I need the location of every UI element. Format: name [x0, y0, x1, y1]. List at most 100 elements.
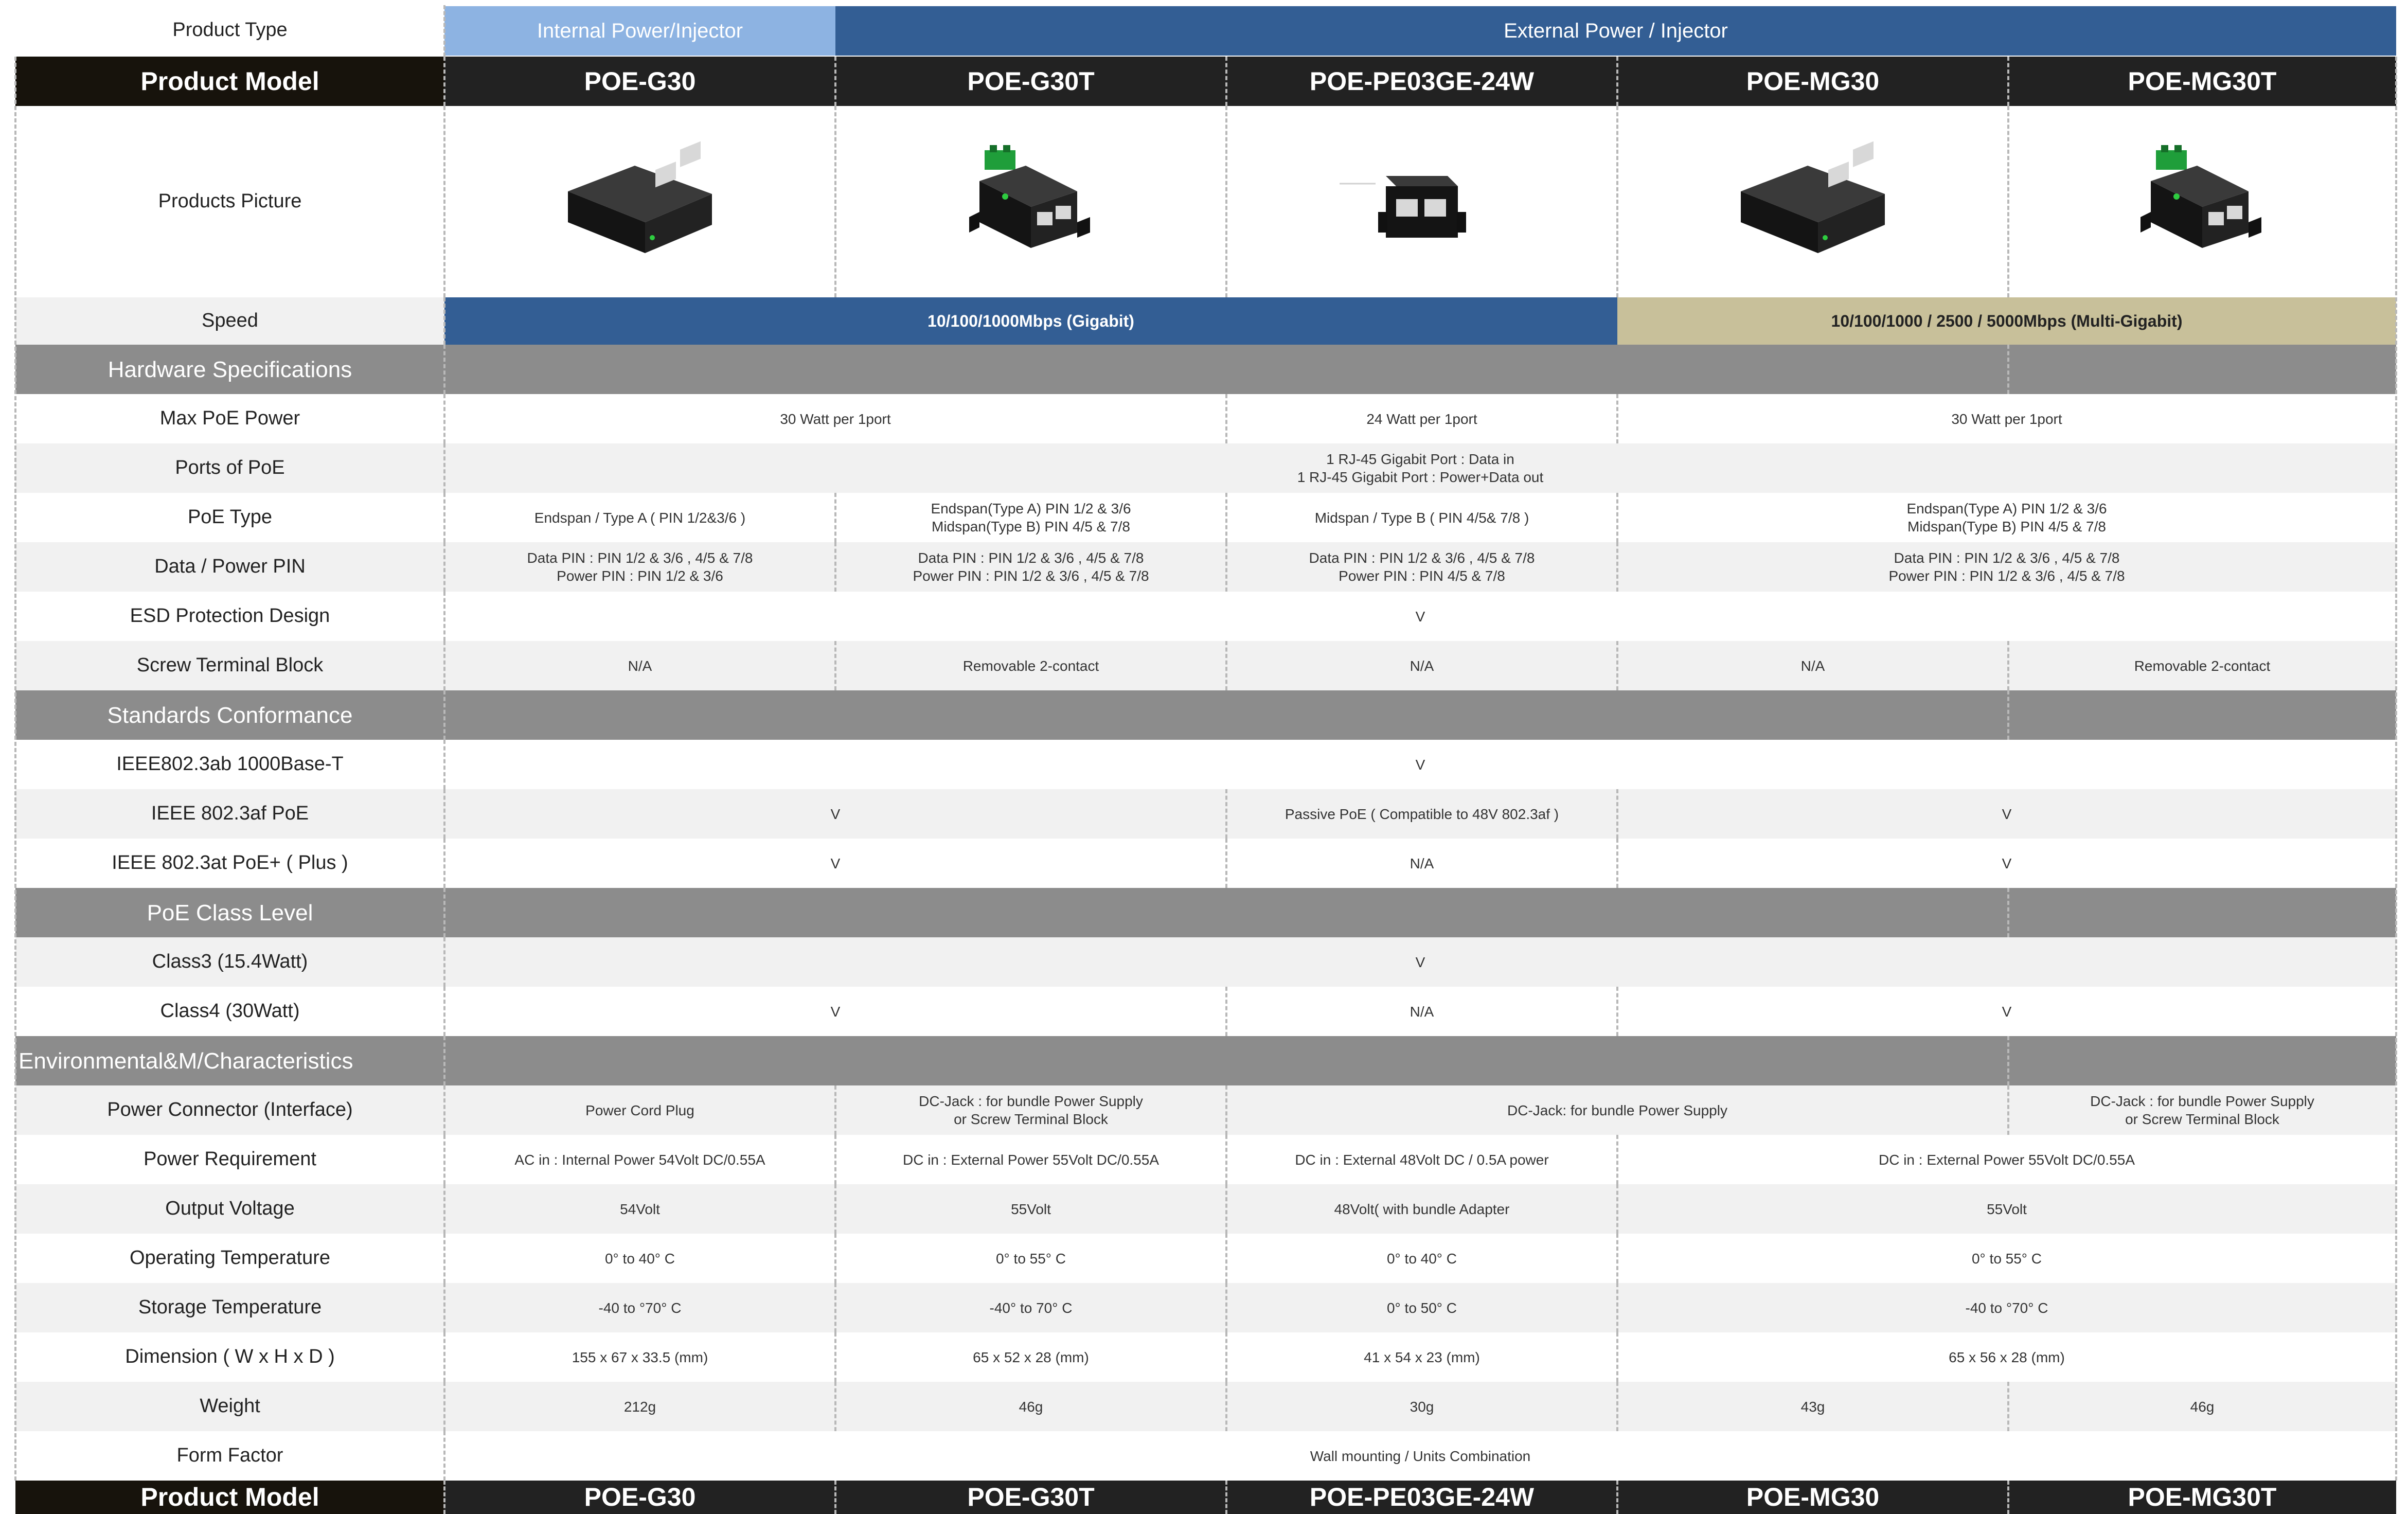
- column-divider: [1616, 1481, 1618, 1514]
- column-divider: [1225, 1481, 1227, 1514]
- row-value: -40 to °70° C: [1965, 1299, 2048, 1316]
- row-value: 41 x 54 x 23 (mm): [1364, 1349, 1480, 1365]
- row-value: V: [2002, 806, 2012, 822]
- row-value: 43g: [1800, 1398, 1825, 1415]
- column-divider: [443, 394, 445, 443]
- row-value: Data PIN : PIN 1/2 & 3/6 , 4/5 & 7/8 Pow…: [1309, 550, 1535, 584]
- section-bar-fill: [444, 690, 2396, 740]
- row-value: 0° to 55° C: [995, 1250, 1066, 1267]
- row-label: Weight: [200, 1395, 260, 1417]
- row-value: Data PIN : PIN 1/2 & 3/6 , 4/5 & 7/8 Pow…: [1888, 550, 2125, 584]
- column-divider: [834, 1382, 836, 1431]
- column-divider: [443, 297, 445, 345]
- model-name: POE-G30T: [967, 66, 1095, 96]
- row-value: 0° to 55° C: [1971, 1250, 2042, 1267]
- row-value: 65 x 56 x 28 (mm): [1949, 1349, 2065, 1365]
- row-value: DC-Jack : for bundle Power Supply or Scr…: [2090, 1093, 2314, 1127]
- column-divider: [1616, 789, 1618, 839]
- column-divider: [443, 5, 445, 57]
- row-label: Class3 (15.4Watt): [152, 951, 308, 973]
- model-name-footer: POE-PE03GE-24W: [1309, 1483, 1535, 1512]
- row-value: 30g: [1410, 1398, 1434, 1415]
- row-value: V: [830, 855, 841, 871]
- row-value: Data PIN : PIN 1/2 & 3/6 , 4/5 & 7/8 Pow…: [913, 550, 1149, 584]
- model-name: POE-PE03GE-24W: [1309, 66, 1535, 96]
- row-label: Ports of PoE: [175, 457, 285, 479]
- row-value: 30 Watt per 1port: [780, 411, 891, 427]
- column-divider: [2007, 1036, 2009, 1085]
- row-label: IEEE 802.3at PoE+ ( Plus ): [112, 852, 348, 874]
- column-divider: [2007, 1085, 2009, 1135]
- column-divider: [443, 690, 445, 740]
- column-divider: [443, 542, 445, 592]
- row-value: DC-Jack: for bundle Power Supply: [1507, 1102, 1727, 1118]
- column-divider: [1616, 1283, 1618, 1332]
- row-value: 55Volt: [1011, 1201, 1051, 1217]
- row-value: AC in : Internal Power 54Volt DC/0.55A: [514, 1151, 765, 1168]
- column-divider: [443, 987, 445, 1036]
- row-value: Power Cord Plug: [585, 1102, 694, 1118]
- column-divider: [443, 443, 445, 493]
- column-divider: [834, 106, 836, 297]
- column-divider: [443, 1481, 445, 1514]
- column-divider: [443, 345, 445, 394]
- row-label: Class4 (30Watt): [160, 1000, 300, 1022]
- row-value: 155 x 67 x 33.5 (mm): [572, 1349, 708, 1365]
- column-divider: [443, 1431, 445, 1481]
- column-divider: [443, 789, 445, 839]
- row-value: 212g: [623, 1398, 656, 1415]
- products-picture-label: Products Picture: [15, 106, 444, 297]
- comparison-table: Product Type Internal Power/Injector Exter…: [0, 0, 2408, 1514]
- row-value: 65 x 52 x 28 (mm): [973, 1349, 1089, 1365]
- column-divider: [2007, 57, 2009, 106]
- column-divider: [443, 1332, 445, 1382]
- column-divider: [834, 641, 836, 690]
- column-divider: [1225, 106, 1227, 297]
- column-divider: [2007, 690, 2009, 740]
- column-divider: [834, 1332, 836, 1382]
- column-divider: [1225, 789, 1227, 839]
- row-value: 0° to 40° C: [604, 1250, 675, 1267]
- model-name-footer: POE-MG30: [1746, 1483, 1880, 1512]
- row-value: V: [830, 1003, 841, 1020]
- column-divider: [2007, 106, 2009, 297]
- column-divider: [2007, 888, 2009, 937]
- row-value: DC in : External 48Volt DC / 0.5A power: [1295, 1151, 1549, 1168]
- row-label: Power Requirement: [144, 1148, 316, 1170]
- row-value: V: [2002, 1003, 2012, 1020]
- column-divider: [1225, 1085, 1227, 1135]
- column-divider: [443, 1085, 445, 1135]
- poe-injector-terminal-icon: [2141, 145, 2261, 248]
- column-divider: [1616, 57, 1618, 106]
- column-divider: [1616, 1382, 1618, 1431]
- column-divider: [443, 641, 445, 690]
- column-divider: [1225, 1135, 1227, 1184]
- column-divider: [1616, 641, 1618, 690]
- row-value: Midspan / Type B ( PIN 4/5& 7/8 ): [1314, 509, 1529, 526]
- row-value: Endspan(Type A) PIN 1/2 & 3/6 Midspan(Ty…: [1906, 501, 2107, 535]
- column-divider: [1225, 394, 1227, 443]
- column-divider: [443, 1283, 445, 1332]
- column-divider: [443, 493, 445, 542]
- internal-type-header: Internal Power/Injector: [444, 6, 835, 56]
- column-divider: [443, 1382, 445, 1431]
- product-type-label: Product Type: [15, 5, 444, 56]
- model-name: POE-MG30T: [2128, 66, 2277, 96]
- column-divider: [834, 1184, 836, 1234]
- row-value: 55Volt: [1987, 1201, 2027, 1217]
- column-divider: [1616, 106, 1618, 297]
- speed-gigabit: 10/100/1000Mbps (Gigabit): [444, 297, 1617, 345]
- product-model-label: Product Model: [15, 57, 444, 106]
- row-label: Form Factor: [176, 1445, 283, 1467]
- column-divider: [834, 1234, 836, 1283]
- row-value: V: [1415, 756, 1425, 773]
- row-label: Output Voltage: [165, 1198, 295, 1220]
- row-label: IEEE 802.3af PoE: [151, 803, 309, 825]
- section-bar-fill: [444, 1036, 2396, 1085]
- column-divider: [1225, 1283, 1227, 1332]
- row-value: -40° to 70° C: [989, 1299, 1073, 1316]
- row-value: Removable 2-contact: [962, 657, 1099, 674]
- row-value: V: [2002, 855, 2012, 871]
- external-type-header: External Power / Injector: [835, 6, 2396, 56]
- speed-label: Speed: [15, 297, 444, 345]
